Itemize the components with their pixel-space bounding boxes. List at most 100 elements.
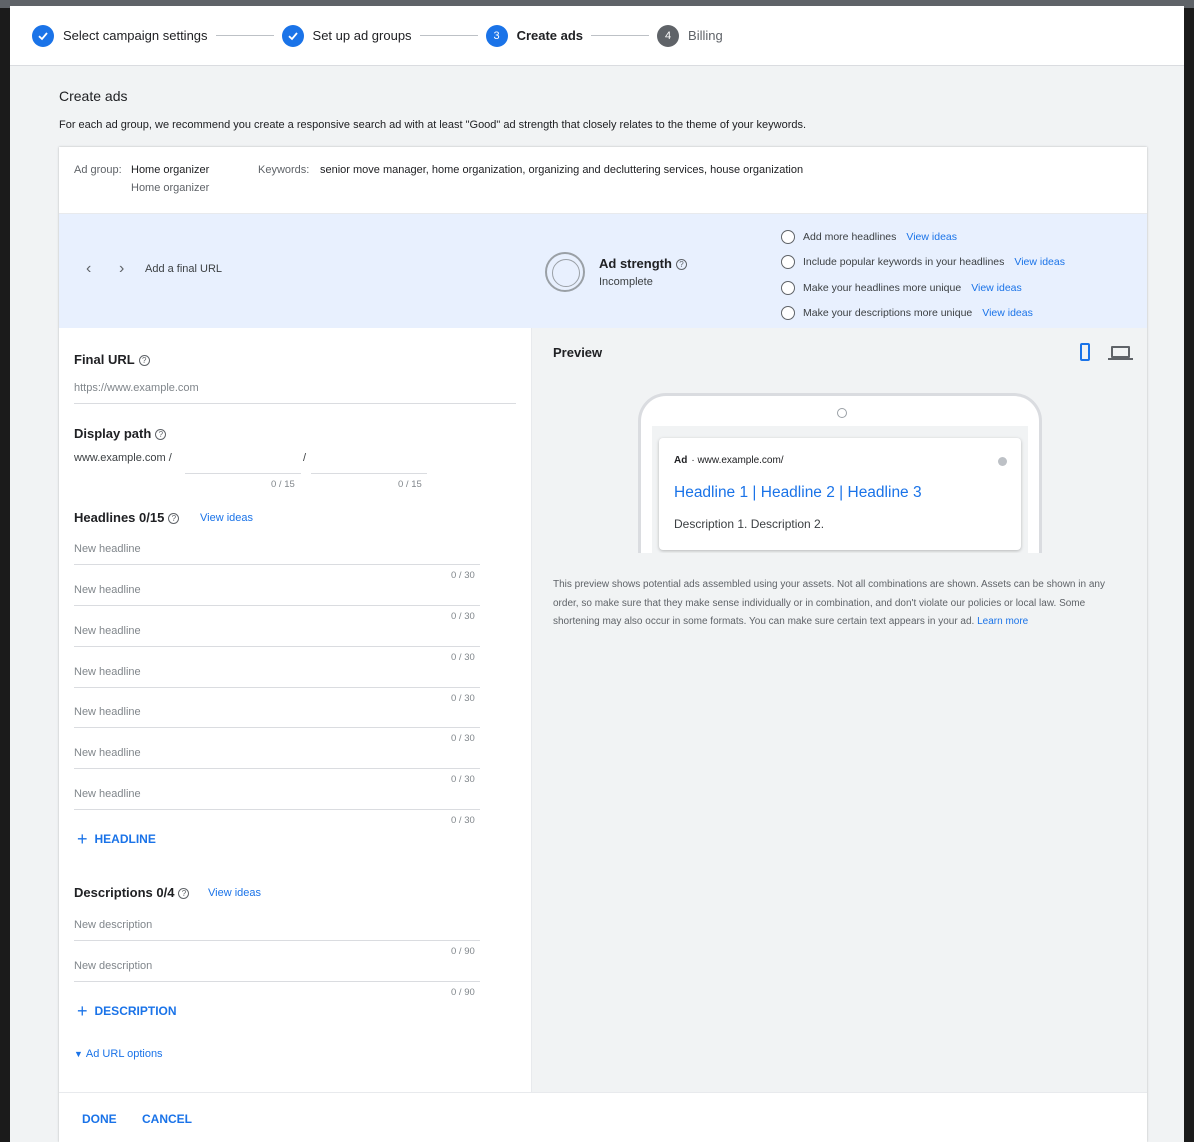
- ad-url-options-toggle[interactable]: ▼ Ad URL options: [74, 1048, 163, 1060]
- tip-text: Include popular keywords in your headlin…: [803, 256, 1005, 269]
- add-description-label: DESCRIPTION: [94, 1004, 177, 1018]
- headline-underline: [74, 687, 480, 688]
- final-url-label-text: Final URL: [74, 352, 135, 367]
- tip-item: Add more headlines View ideas: [781, 224, 1065, 250]
- view-ideas-link[interactable]: View ideas: [906, 231, 957, 243]
- phone-screen: Ad · www.example.com/ Headline 1 | Headli…: [652, 426, 1028, 553]
- headlines-view-ideas-link[interactable]: View ideas: [200, 512, 253, 524]
- path1-counter: 0 / 15: [271, 479, 295, 490]
- info-dot-icon: [998, 457, 1007, 466]
- path2-counter: 0 / 15: [398, 479, 422, 490]
- help-icon[interactable]: ?: [675, 259, 687, 271]
- step-number-badge: 4: [657, 24, 680, 47]
- preview-disclaimer: This preview shows potential ads assembl…: [553, 576, 1125, 632]
- display-path-separator: /: [303, 452, 307, 464]
- help-icon[interactable]: ?: [138, 355, 150, 367]
- ad-strength-tips: Add more headlines View ideas Include po…: [781, 224, 1065, 326]
- ad-headline: Headline 1 | Headline 2 | Headline 3: [674, 484, 922, 501]
- radio-icon[interactable]: [781, 229, 795, 244]
- headline-counter: 0 / 30: [451, 733, 475, 744]
- step-campaign-settings[interactable]: Select campaign settings: [32, 24, 208, 47]
- campaign-stepper: Select campaign settings Set up ad group…: [10, 6, 1184, 66]
- tip-item: Make your headlines more unique View ide…: [781, 275, 1065, 301]
- headline-input-4[interactable]: New headline: [74, 666, 141, 678]
- headline-input-2[interactable]: New headline: [74, 584, 141, 596]
- ad-strength-label: Ad strength: [599, 256, 672, 271]
- chevron-left-icon[interactable]: ‹: [86, 260, 91, 278]
- check-icon: [32, 24, 54, 47]
- help-icon[interactable]: ?: [155, 429, 167, 441]
- tip-item: Include popular keywords in your headlin…: [781, 250, 1065, 276]
- ad-strength-band: ‹ › Add a final URL Ad strength? Incompl…: [59, 214, 1147, 328]
- radio-icon[interactable]: [781, 280, 795, 295]
- view-ideas-link[interactable]: View ideas: [971, 282, 1022, 294]
- final-url-hint: Add a final URL: [145, 263, 223, 275]
- step-ad-groups[interactable]: Set up ad groups: [281, 24, 412, 47]
- descriptions-view-ideas-link[interactable]: View ideas: [208, 887, 261, 899]
- headline-input-5[interactable]: New headline: [74, 706, 141, 718]
- tip-text: Make your descriptions more unique: [803, 307, 973, 320]
- tip-text: Add more headlines: [803, 230, 897, 243]
- final-url-input[interactable]: https://www.example.com: [74, 382, 199, 394]
- headline-underline: [74, 727, 480, 728]
- chevron-right-icon[interactable]: ›: [119, 260, 124, 278]
- ad-strength-title: Ad strength?: [599, 256, 687, 271]
- headline-input-7[interactable]: New headline: [74, 788, 141, 800]
- headline-underline: [74, 768, 480, 769]
- ad-badge: Ad: [674, 455, 688, 466]
- help-icon[interactable]: ?: [178, 888, 190, 900]
- add-description-button[interactable]: + DESCRIPTION: [77, 1002, 177, 1020]
- description-underline: [74, 981, 480, 982]
- phone-frame: Ad · www.example.com/ Headline 1 | Headli…: [638, 393, 1042, 553]
- description-underline: [74, 940, 480, 941]
- headline-counter: 0 / 30: [451, 652, 475, 663]
- step-connector: [215, 35, 274, 36]
- path2-input[interactable]: [311, 473, 427, 474]
- add-headline-button[interactable]: + HEADLINE: [77, 829, 156, 849]
- ad-group-sub-name: Home organizer: [131, 182, 210, 194]
- editor-footer: DONE CANCEL: [59, 1092, 1147, 1142]
- ad-url-options-label: Ad URL options: [85, 1048, 163, 1060]
- check-icon: [281, 24, 304, 47]
- ad-url-text: · www.example.com/: [691, 455, 784, 466]
- cancel-button[interactable]: CANCEL: [142, 1112, 192, 1126]
- ad-strength-ring-icon: [545, 252, 585, 292]
- ad-group-name: Home organizer: [131, 164, 210, 176]
- headline-counter: 0 / 30: [451, 693, 475, 704]
- description-counter: 0 / 90: [451, 987, 475, 998]
- headline-input-3[interactable]: New headline: [74, 625, 141, 637]
- path1-input[interactable]: [185, 473, 301, 474]
- step-label: Set up ad groups: [312, 28, 412, 43]
- plus-icon: +: [77, 829, 88, 849]
- ad-group-label: Ad group:: [74, 164, 122, 176]
- headline-underline: [74, 605, 480, 606]
- display-path-prefix: www.example.com /: [74, 452, 172, 464]
- done-button[interactable]: DONE: [82, 1112, 117, 1126]
- help-icon[interactable]: ?: [168, 513, 180, 525]
- view-ideas-link[interactable]: View ideas: [982, 307, 1033, 319]
- preview-title: Preview: [553, 345, 603, 360]
- create-ads-page: Select campaign settings Set up ad group…: [10, 6, 1184, 1142]
- ad-description: Description 1. Description 2.: [674, 517, 825, 531]
- headline-counter: 0 / 30: [451, 570, 475, 581]
- radio-icon[interactable]: [781, 306, 795, 321]
- headline-underline: [74, 646, 480, 647]
- desktop-device-icon[interactable]: [1108, 346, 1133, 360]
- step-create-ads[interactable]: 3 Create ads: [485, 24, 583, 47]
- radio-icon[interactable]: [781, 255, 795, 270]
- headline-input-1[interactable]: New headline: [74, 543, 141, 555]
- description-input-1[interactable]: New description: [74, 919, 152, 931]
- description-input-2[interactable]: New description: [74, 960, 152, 972]
- step-label: Select campaign settings: [63, 28, 208, 43]
- step-billing[interactable]: 4 Billing: [657, 24, 723, 47]
- tip-text: Make your headlines more unique: [803, 281, 962, 294]
- page-title: Create ads: [59, 88, 128, 104]
- ad-editor-card: Ad group: Home organizer Home organizer …: [59, 147, 1147, 1142]
- ad-preview-card: Ad · www.example.com/ Headline 1 | Headli…: [659, 438, 1021, 550]
- headline-input-6[interactable]: New headline: [74, 747, 141, 759]
- step-connector: [591, 35, 650, 36]
- view-ideas-link[interactable]: View ideas: [1014, 256, 1065, 268]
- mobile-device-icon[interactable]: [1080, 343, 1090, 361]
- add-headline-label: HEADLINE: [94, 832, 156, 846]
- learn-more-link[interactable]: Learn more: [977, 616, 1028, 627]
